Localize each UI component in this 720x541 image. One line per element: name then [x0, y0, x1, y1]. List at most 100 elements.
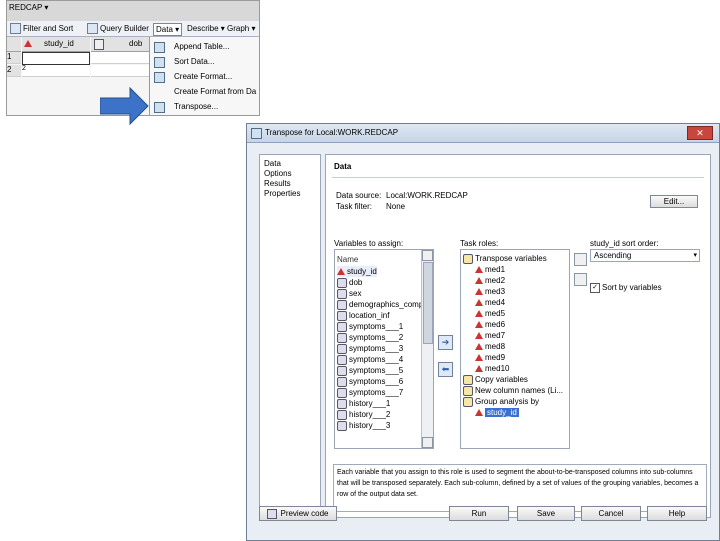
role-copy-variables[interactable]: Copy variables [463, 374, 528, 385]
list-item[interactable]: med3 [475, 286, 505, 297]
numeric-variable-icon [475, 266, 483, 274]
list-item[interactable]: med5 [475, 308, 505, 319]
nav-item-properties[interactable]: Properties [264, 189, 300, 198]
list-item[interactable]: med4 [475, 297, 505, 308]
nav-item-results[interactable]: Results [264, 179, 291, 188]
list-item[interactable]: sex [337, 288, 361, 299]
pointer-arrow-icon [100, 86, 149, 126]
grid-cell-selected[interactable] [22, 52, 90, 65]
list-item[interactable]: med10 [475, 363, 509, 374]
data-menu-button[interactable]: Data ▾ [153, 23, 183, 36]
list-item[interactable]: med6 [475, 319, 505, 330]
list-item[interactable]: demographics_comple [337, 299, 430, 310]
column-header-dob[interactable]: dob [91, 37, 149, 52]
preview-icon [267, 508, 278, 519]
list-item[interactable]: symptoms___6 [337, 376, 403, 387]
list-item[interactable]: symptoms___4 [337, 354, 403, 365]
move-up-icon[interactable] [574, 253, 587, 266]
query-builder-button[interactable]: Query Builder [87, 23, 149, 35]
sort-by-variables-checkbox[interactable]: ✓ [590, 283, 600, 293]
numeric-variable-icon [475, 277, 483, 285]
transpose-icon [154, 102, 165, 113]
list-item[interactable]: symptoms___7 [337, 387, 403, 398]
create-format-icon [154, 72, 165, 83]
scroll-up-icon[interactable] [422, 250, 433, 261]
role-icon [463, 385, 473, 396]
menu-item-append-table[interactable]: Append Table... [150, 39, 259, 54]
list-item[interactable]: location_inf [337, 310, 389, 321]
task-roles-tree[interactable]: Transpose variables med1 med2 med3 med4 … [460, 249, 570, 449]
list-item[interactable]: med9 [475, 352, 505, 363]
variables-list[interactable]: Name study_id dob sex demographics_compl… [334, 249, 434, 449]
variables-label: Variables to assign: [334, 239, 404, 248]
scroll-thumb[interactable] [423, 262, 433, 344]
variable-icon [337, 288, 347, 299]
sort-order-select[interactable]: Ascending ▾ [590, 249, 700, 262]
remove-from-role-button[interactable]: ⬅ [438, 362, 453, 377]
sort-order-label: study_id sort order: [590, 239, 659, 248]
filter-sort-button[interactable]: Filter and Sort [10, 23, 73, 35]
describe-menu-button[interactable]: Describe ▾ [187, 23, 225, 34]
variable-icon [337, 420, 347, 431]
cancel-button[interactable]: Cancel [581, 506, 641, 521]
query-icon [87, 23, 98, 35]
preview-code-button[interactable]: Preview code [259, 506, 337, 521]
section-title: Data [334, 162, 352, 171]
graph-menu-button[interactable]: Graph ▾ [227, 23, 255, 34]
list-item[interactable]: symptoms___5 [337, 365, 403, 376]
date-variable-icon [94, 39, 104, 50]
move-down-icon[interactable] [574, 273, 587, 286]
list-item[interactable]: history___2 [337, 409, 390, 420]
edit-button[interactable]: Edit... [650, 195, 698, 208]
list-item[interactable]: history___1 [337, 398, 390, 409]
add-to-role-button[interactable]: ➔ [438, 335, 453, 350]
variable-icon [337, 332, 347, 343]
role-group-by[interactable]: Group analysis by [463, 396, 539, 407]
list-item[interactable]: med2 [475, 275, 505, 286]
app-title[interactable]: REDCAP ▾ [9, 3, 48, 12]
menu-item-transpose[interactable]: Transpose... [150, 99, 259, 114]
numeric-variable-icon [475, 365, 483, 373]
sort-by-variables-label: Sort by variables [602, 283, 662, 292]
menu-item-sort-data[interactable]: Sort Data... [150, 54, 259, 69]
grid-cell[interactable] [91, 65, 149, 77]
grid-corner [7, 37, 21, 52]
scroll-down-icon[interactable] [422, 437, 433, 448]
role-new-column-names[interactable]: New column names (Li... [463, 385, 563, 396]
menu-item-create-format-from-data[interactable]: Create Format from Da [150, 84, 259, 99]
toolbar: Filter and Sort Query Builder Data ▾ Des… [7, 21, 259, 37]
list-item[interactable]: history___3 [337, 420, 390, 431]
role-icon [463, 396, 473, 407]
list-item[interactable]: symptoms___3 [337, 343, 403, 354]
date-variable-icon [337, 277, 347, 288]
variable-icon [337, 365, 347, 376]
list-item-selected[interactable]: study_id [475, 407, 519, 418]
task-filter-label: Task filter: [336, 202, 373, 211]
run-button[interactable]: Run [449, 506, 509, 521]
list-item[interactable]: med1 [475, 264, 505, 275]
list-item[interactable]: med7 [475, 330, 505, 341]
row-header: 1 [7, 52, 21, 64]
close-button[interactable]: ✕ [687, 126, 713, 140]
task-filter-value: None [386, 202, 406, 211]
grid-cell[interactable] [91, 52, 149, 64]
grid-cell[interactable]: 2 [22, 65, 90, 77]
help-button[interactable]: Help [647, 506, 707, 521]
variables-scrollbar[interactable] [421, 250, 433, 448]
list-item[interactable]: symptoms___1 [337, 321, 403, 332]
save-button[interactable]: Save [517, 506, 575, 521]
dialog-title-bar[interactable]: Transpose for Local:WORK.REDCAP ✕ [247, 124, 719, 143]
role-icon [463, 253, 473, 264]
row-header: 2 [7, 65, 21, 77]
menu-item-create-format[interactable]: Create Format... [150, 69, 259, 84]
column-header-study-id[interactable]: study_id [22, 37, 90, 52]
list-item[interactable]: med8 [475, 341, 505, 352]
role-transpose-variables[interactable]: Transpose variables [463, 253, 547, 264]
numeric-variable-icon [24, 40, 32, 47]
list-item[interactable]: dob [337, 277, 362, 288]
nav-item-options[interactable]: Options [264, 169, 292, 178]
list-item[interactable]: study_id [337, 266, 377, 277]
list-item[interactable]: symptoms___2 [337, 332, 403, 343]
nav-item-data[interactable]: Data [264, 159, 281, 168]
variable-icon [337, 376, 347, 387]
